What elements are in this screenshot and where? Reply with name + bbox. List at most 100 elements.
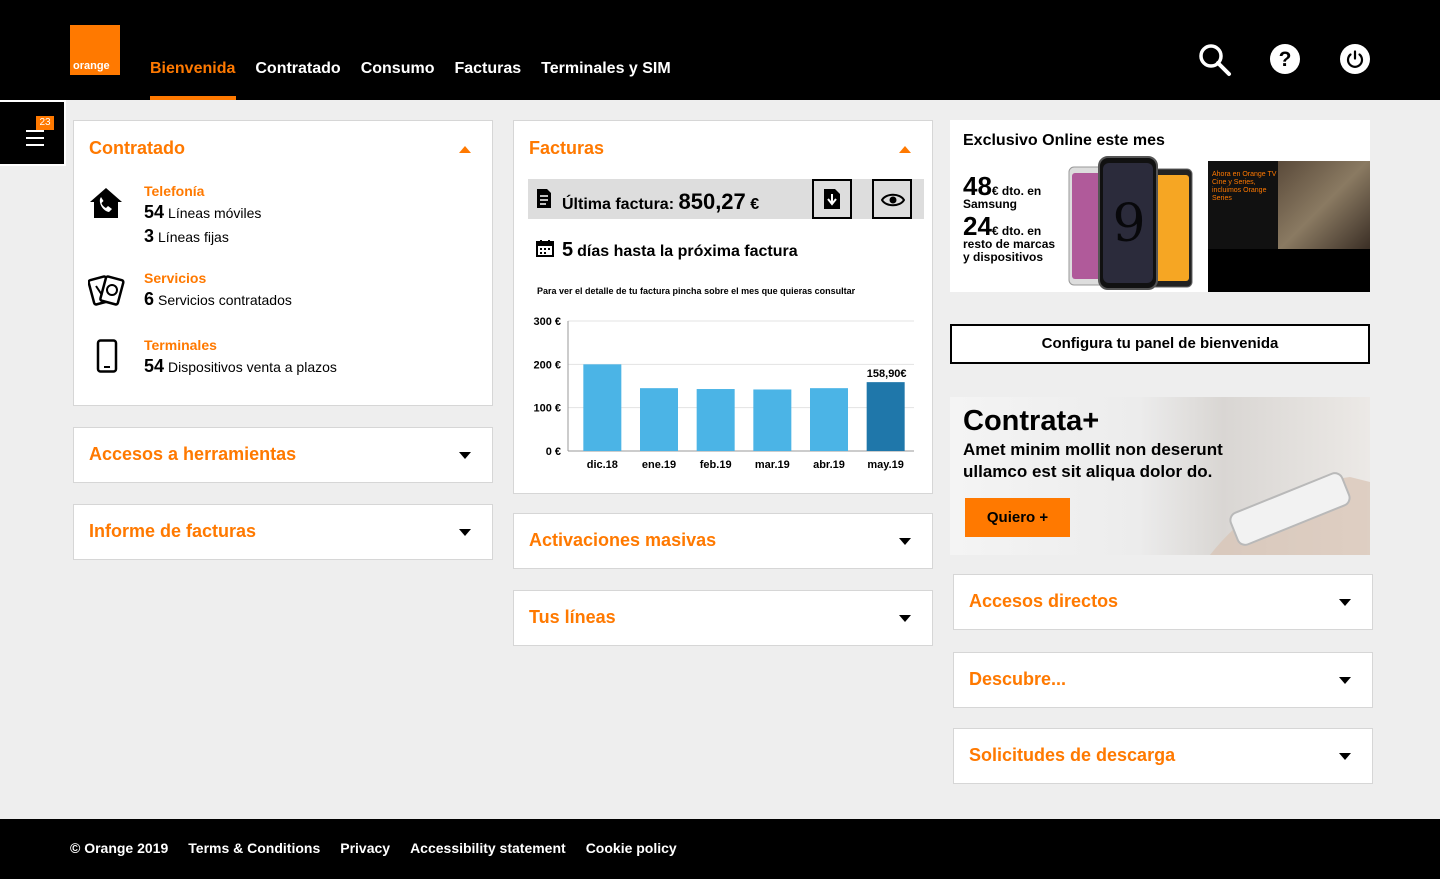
data-label: 158,90€ [867,368,907,380]
telefonia-section: Telefonía 54 Líneas móviles 3 Líneas fijas [144,183,261,247]
offer2-unit: € dto. en [991,224,1042,238]
footer-copyright: © Orange 2019 [70,840,169,856]
last-bill-bar: Última factura: 850,27 € [528,179,924,219]
y-tick-label: 300 € [533,316,561,328]
last-bill-text: Última factura: 850,27 € [562,189,759,215]
chart-note: Para ver el detalle de tu factura pincha… [537,286,856,296]
x-tick-label: dic.18 [587,459,618,471]
bar-dic.18[interactable] [583,364,622,451]
tus-lineas-card[interactable]: Tus líneas [513,590,933,646]
descubre-title: Descubre... [969,669,1067,689]
accesos-directos-card[interactable]: Accesos directos [953,574,1373,630]
moviles-label: Líneas móviles [168,205,262,221]
svg-text:9: 9 [1112,194,1145,254]
accesos-herramientas-title: Accesos a herramientas [89,444,297,464]
bar-feb.19[interactable] [696,389,735,451]
nav-facturas[interactable]: Facturas [454,0,521,100]
bills-bar-chart: 0 € 100 € 200 € 300 € dic.18 ene.19 feb.19 mar.… [533,316,914,471]
moviles-count: 54 [144,202,165,222]
footer-cookie-link[interactable]: Cookie policy [586,840,677,856]
promo-title: Exclusivo Online este mes [963,132,1165,149]
side-menu-button[interactable]: 23 [0,100,66,166]
nav-terminales-sim[interactable]: Terminales y SIM [541,0,671,100]
expand-icon[interactable] [899,538,911,545]
solicitudes-card[interactable]: Solicitudes de descarga [953,728,1373,784]
orange-logo[interactable]: orange [70,25,120,75]
download-bill-button[interactable] [812,179,852,219]
footer-links: © Orange 2019 Terms & Conditions Privacy… [70,840,697,856]
solicitudes-title: Solicitudes de descarga [969,745,1176,765]
x-tick-label: mar.19 [755,459,790,471]
bar-ene.19[interactable] [640,388,678,451]
promo-offer-2: 24€ dto. en resto de marcas y dispositiv… [963,213,1055,264]
offer1-unit: € dto. en [991,184,1042,198]
servicios-count: 6 [144,289,155,309]
expand-icon[interactable] [899,615,911,622]
footer-privacy-link[interactable]: Privacy [340,840,390,856]
mobile-phone-icon [96,339,118,373]
header: orange Bienvenida Contratado Consumo Fac… [0,0,1440,100]
collapse-icon[interactable] [899,146,911,153]
bar-may.19[interactable] [866,382,905,451]
help-icon[interactable]: ? [1269,43,1301,75]
fijas-count: 3 [144,226,155,246]
fijas-label: Líneas fijas [158,229,229,245]
promo-offer-1: 48€ dto. en Samsung [963,173,1042,211]
bill-document-icon [537,189,551,208]
expand-icon[interactable] [1339,599,1351,606]
footer-terms-link[interactable]: Terms & Conditions [188,840,320,856]
x-tick-label: ene.19 [642,459,676,471]
footer-accessibility-link[interactable]: Accessibility statement [410,840,566,856]
facturas-card: Facturas Última factura: 850,27 € 5 días… [513,120,933,494]
expand-icon[interactable] [1339,753,1351,760]
nav-contratado[interactable]: Contratado [255,0,340,100]
activaciones-masivas-card[interactable]: Activaciones masivas [513,513,933,569]
hamburger-icon [26,130,44,151]
servicios-section: Servicios 6 Servicios contratados [144,270,292,310]
eye-icon [881,193,905,207]
quiero-button[interactable]: Quiero + [965,498,1070,537]
search-icon[interactable] [1198,43,1232,77]
expand-icon[interactable] [459,529,471,536]
services-cards-icon [88,275,125,306]
offer1-brand: Samsung [963,197,1018,211]
configure-panel-button[interactable]: Configura tu panel de bienvenida [950,324,1370,364]
notification-badge: 23 [36,116,54,130]
days-until-next-bill: 5 días hasta la próxima factura [562,239,798,262]
servicios-label: Servicios [144,270,207,286]
nav-consumo[interactable]: Consumo [361,0,435,100]
accesos-herramientas-card[interactable]: Accesos a herramientas [73,427,493,483]
bar-mar.19[interactable] [753,389,792,451]
expand-icon[interactable] [1339,677,1351,684]
terminales-section: Terminales 54 Dispositivos venta a plazos [144,337,337,377]
view-bill-button[interactable] [872,179,912,219]
x-tick-label: feb.19 [700,459,732,471]
download-icon [824,189,840,209]
contrata-banner: Contrata+ Amet minim mollit non deserunt… [950,397,1370,555]
last-bill-amount: 850,27 [678,189,746,214]
informe-facturas-title: Informe de facturas [89,521,257,541]
home-phone-icon [90,188,122,218]
tus-lineas-title: Tus líneas [529,607,616,627]
collapse-icon[interactable] [459,146,471,153]
promo-banner[interactable]: Exclusivo Online este mes 48€ dto. en Sa… [950,120,1370,292]
orange-tv-image: Ahora en Orange TV Cine y Series, inclui… [1208,161,1370,292]
facturas-title: Facturas [529,138,605,158]
informe-facturas-card[interactable]: Informe de facturas [73,504,493,560]
y-tick-label: 200 € [533,359,561,371]
x-tick-label: may.19 [867,459,904,471]
y-tick-label: 100 € [533,403,561,415]
nav-bienvenida[interactable]: Bienvenida [150,0,237,100]
contratado-card: Contratado Telefonía 54 Líneas móviles 3L… [73,120,493,406]
power-icon[interactable] [1339,43,1371,75]
descubre-card[interactable]: Descubre... [953,652,1373,708]
bar-abr.19[interactable] [810,388,848,451]
phones-image: 9 [1068,156,1193,290]
tv-promo-text: Ahora en Orange TV Cine y Series, inclui… [1212,171,1277,202]
activaciones-title: Activaciones masivas [529,530,717,550]
contratado-title: Contratado [89,138,185,158]
x-tick-label: abr.19 [813,459,845,471]
expand-icon[interactable] [459,452,471,459]
telefonia-label: Telefonía [144,183,205,199]
servicios-text: Servicios contratados [158,292,292,308]
